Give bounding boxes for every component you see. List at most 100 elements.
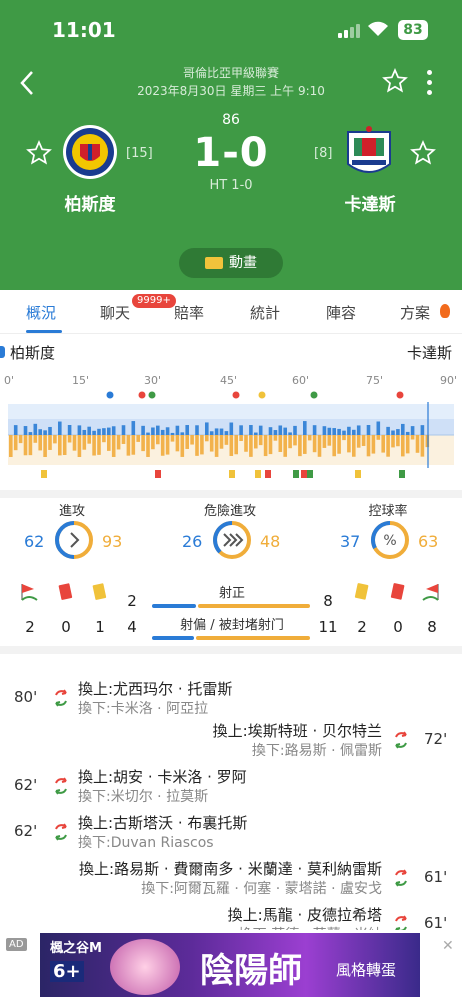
tab-overview[interactable]: 概況 [26,302,56,323]
clock: 11:01 [52,18,116,42]
home-attack: 62 [24,532,45,551]
timeline-home-name: 柏斯度 [10,344,56,362]
player-on[interactable]: 換上:古斯塔沃 · 布裏托斯 [78,812,247,833]
tick-label: 0' [4,374,15,387]
danger-attack-label: 危險進攻 [203,504,256,519]
corner-flag-icon [21,584,38,601]
player-on[interactable]: 換上:尤西玛尔 · 托雷斯 [78,678,232,699]
away-yellow-cards: 2 [357,618,367,636]
divider [0,490,462,498]
age-rating: 6+ [50,961,84,982]
tick-label: 90' [440,374,458,387]
player-off[interactable]: 換下:米切尔 · 拉莫斯 [78,786,208,806]
status-bar: 11:01 83 [0,0,462,60]
active-tab-indicator [26,330,62,333]
fire-icon [440,304,450,318]
animation-button[interactable]: 動畫 [179,248,283,278]
match-screen: 11:01 83 哥倫比亞甲級聯賽 2023年8月30日 星期三 上午 9:10… [0,0,462,1000]
animation-label: 動畫 [229,255,257,271]
tab-tips[interactable]: 方案 [400,302,430,323]
player-on[interactable]: 換上:馬龍 · 皮德拉希塔 [228,904,382,925]
possession-ring: % [371,521,409,559]
red-card-icon [390,583,405,600]
more-icon[interactable] [422,68,436,98]
percent-icon: % [383,533,396,549]
home-team-name[interactable]: 柏斯度 [40,190,140,215]
wifi-icon [368,21,388,36]
yellow-card-icon [92,583,107,600]
timeline-away-name: 卡達斯 [406,344,452,362]
card-stats: 2 0 1 2 射正 8 4 射偏 / 被封堵射门 11 2 0 8 [0,582,462,652]
player-off[interactable]: 換下:卡米洛 · 阿亞拉 [78,698,208,718]
chat-count-badge: 9999+ [132,294,176,308]
red-card-icon [58,583,73,600]
ad-close-icon[interactable]: ✕ [442,938,454,954]
home-danger-attack: 26 [182,532,203,551]
tick-label: 60' [292,374,310,387]
tab-stats[interactable]: 統計 [250,302,280,323]
tab-bar: 概況 聊天 9999+ 賠率 統計 陣容 方案 [0,290,462,334]
yellow-card-icon [354,583,369,600]
attack-ring [55,521,93,559]
away-shots-on: 8 [323,592,333,610]
substitution-icon [52,776,70,796]
substitution-row: 62' 換上:古斯塔沃 · 布裏托斯 換下:Duvan Riascos [0,812,462,852]
ad-banner[interactable]: AD 楓之谷M 6+ 陰陽師 風格轉蛋 ✕ [0,930,462,1000]
sub-minute: 62' [14,822,38,840]
player-on[interactable]: 換上:路易斯 · 費爾南多 · 米蘭達 · 莫利納雷斯 [79,858,382,879]
player-off[interactable]: 換下:Duvan Riascos [78,832,214,852]
pitch-icon [205,257,223,269]
substitution-row: 換上:路易斯 · 費爾南多 · 米蘭達 · 莫利納雷斯 換下:阿爾瓦羅 · 何塞 … [0,858,462,898]
timeline-teams: 柏斯度 卡達斯 [0,340,462,364]
shots-on-away-bar [198,604,310,608]
substitution-icon [52,688,70,708]
player-on[interactable]: 換上:胡安 · 卡米洛 · 罗阿 [78,766,247,787]
away-favorite-star-icon[interactable] [410,140,436,166]
tab-lineup[interactable]: 陣容 [326,302,356,323]
ad-game-name: 楓之谷M [50,941,102,956]
away-possession: 63 [418,532,439,551]
danger-attack-ring [213,521,251,559]
home-yellow-cards: 1 [95,618,105,636]
divider [0,646,462,654]
away-red-cards: 0 [393,618,403,636]
sub-minute: 61' [424,868,448,886]
sub-minute: 80' [14,688,38,706]
away-team-name[interactable]: 卡達斯 [320,190,420,215]
player-off[interactable]: 換下:路易斯 · 佩雷斯 [252,740,382,760]
battery-icon: 83 [398,20,428,40]
home-shots-on: 2 [127,592,137,610]
shots-off-away-bar [196,636,310,640]
tick-label: 30' [144,374,162,387]
favorite-star-icon[interactable] [382,68,408,94]
player-on[interactable]: 換上:埃斯特班 · 贝尔特兰 [213,720,382,741]
home-shots-off: 4 [127,618,137,636]
tab-chat[interactable]: 聊天 [100,302,130,323]
shots-off-home-bar [152,636,194,640]
shots-on-label: 射正 [218,586,245,601]
signal-icon [338,22,362,38]
momentum-timeline[interactable] [0,388,462,488]
substitution-icon [392,868,410,888]
tab-odds[interactable]: 賠率 [174,302,204,323]
ad-title: 陰陽師 [200,951,302,991]
away-team-logo [347,126,391,173]
match-header: 11:01 83 哥倫比亞甲級聯賽 2023年8月30日 星期三 上午 9:10… [0,0,462,290]
corner-flag-icon [422,584,439,601]
away-corners: 8 [427,618,437,636]
substitution-row: 80' 換上:尤西玛尔 · 托雷斯 換下:卡米洛 · 阿亞拉 [0,678,462,718]
substitution-icon [392,730,410,750]
home-corners: 2 [25,618,35,636]
ad-creative[interactable]: 楓之谷M 6+ 陰陽師 風格轉蛋 [40,933,420,997]
possession-label: 控球率 [368,504,408,519]
tick-label: 45' [220,374,238,387]
tick-label: 75' [366,374,384,387]
away-attack: 93 [102,532,123,551]
substitution-icon [52,822,70,842]
ad-subtitle: 風格轉蛋 [336,961,397,979]
player-off[interactable]: 換下:阿爾瓦羅 · 何塞 · 蒙塔諾 · 盧安戈 [141,878,382,898]
substitution-row: 換上:埃斯特班 · 贝尔特兰 換下:路易斯 · 佩雷斯 72' [0,720,462,760]
shots-on-home-bar [152,604,196,608]
stats-panel: 進攻 危險進攻 控球率 62 93 26 48 37 % 63 2 0 1 2 … [0,498,462,648]
home-red-cards: 0 [61,618,71,636]
